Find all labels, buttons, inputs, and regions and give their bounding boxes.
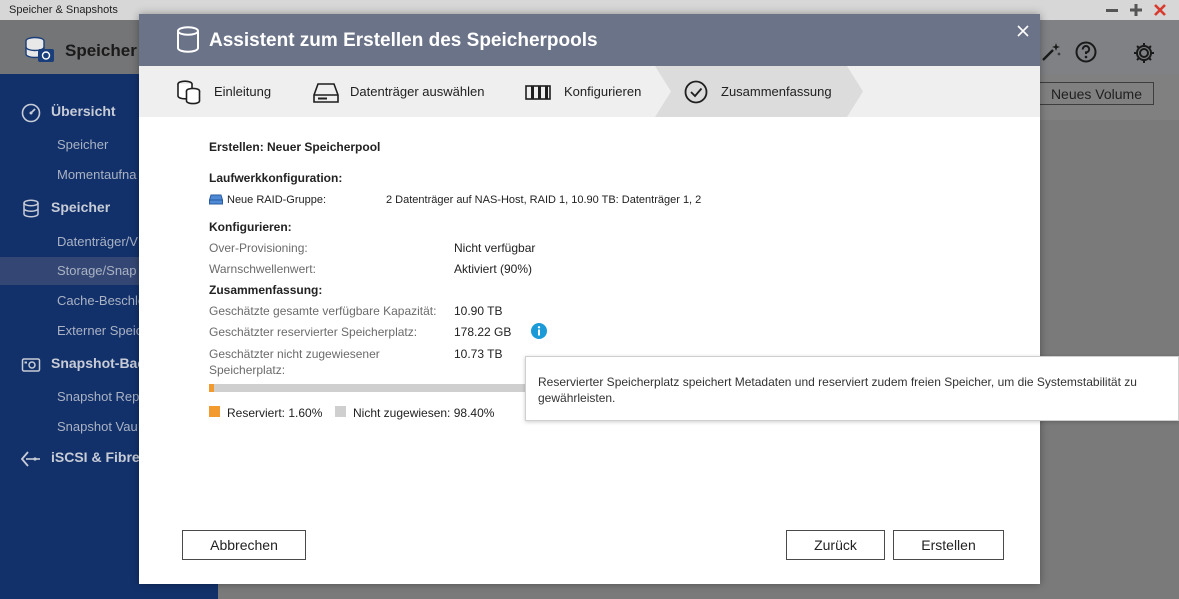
threshold-label: Warnschwellenwert: — [209, 262, 316, 276]
step-introduction: Einleitung — [139, 66, 299, 117]
gauge-icon — [21, 103, 41, 123]
raid-config-icon — [525, 79, 551, 105]
over-provisioning-label: Over-Provisioning: — [209, 241, 308, 255]
create-button[interactable]: Erstellen — [893, 530, 1004, 560]
close-icon[interactable] — [1014, 22, 1032, 40]
step-summary: Zusammenfassung — [683, 66, 853, 117]
new-volume-button[interactable]: Neues Volume — [1027, 82, 1154, 105]
unallocated-value: 10.73 TB — [454, 347, 503, 361]
create-pool-wizard-dialog: Assistent zum Erstellen des Speicherpool… — [139, 14, 1040, 584]
reserved-label: Geschätzter reservierter Speicherplatz: — [209, 325, 418, 339]
legend-reserved-swatch — [209, 406, 220, 417]
disk-drive-icon — [313, 79, 339, 105]
legend-unallocated-swatch — [335, 406, 346, 417]
summary-heading: Zusammenfassung: — [209, 283, 323, 297]
snapshot-icon — [21, 355, 41, 375]
drive-config-heading: Laufwerkkonfiguration: — [209, 171, 343, 185]
cancel-button[interactable]: Abbrechen — [182, 530, 306, 560]
raid-group-label: Neue RAID-Gruppe: — [227, 194, 327, 206]
window-title: Speicher & Snapshots — [9, 4, 118, 16]
database-icon — [21, 199, 41, 219]
reserved-value: 178.22 GB — [454, 325, 512, 339]
raid-group-icon — [209, 194, 223, 205]
settings-gear-icon[interactable] — [1132, 41, 1156, 65]
dialog-title: Assistent zum Erstellen des Speicherpool… — [209, 30, 598, 51]
wizard-steps: Einleitung Datenträger auswählen Konfigu… — [139, 66, 1040, 117]
step-configure: Konfigurieren — [525, 66, 655, 117]
reserved-bar-fill — [209, 384, 215, 392]
close-window-icon[interactable] — [1152, 2, 1168, 18]
unallocated-label-line2: Speicherplatz: — [209, 363, 286, 377]
configure-heading: Konfigurieren: — [209, 220, 292, 234]
legend-unallocated: Nicht zugewiesen: 98.40% — [353, 406, 495, 420]
help-icon[interactable] — [1075, 41, 1097, 63]
total-capacity-label: Geschätzte gesamte verfügbare Kapazität: — [209, 304, 437, 318]
over-provisioning-value: Nicht verfügbar — [454, 241, 536, 255]
step-select-disks: Datenträger auswählen — [311, 66, 491, 117]
check-circle-icon — [683, 79, 709, 105]
info-icon[interactable] — [531, 323, 547, 339]
legend-reserved: Reserviert: 1.60% — [227, 406, 323, 420]
back-button[interactable]: Zurück — [786, 530, 885, 560]
database-icon — [176, 26, 200, 54]
tooltip-text: Reservierter Speicherplatz speichert Met… — [538, 375, 1137, 405]
dialog-header: Assistent zum Erstellen des Speicherpool… — [139, 14, 1040, 66]
create-heading: Erstellen: Neuer Speicherpool — [209, 140, 381, 154]
maximize-icon[interactable] — [1128, 2, 1144, 18]
reserved-space-tooltip: Reservierter Speicherplatz speichert Met… — [525, 356, 1179, 421]
database-icon — [176, 79, 202, 105]
magic-wand-icon[interactable] — [1040, 41, 1062, 63]
iscsi-icon — [21, 449, 41, 469]
total-capacity-value: 10.90 TB — [454, 304, 503, 318]
capacity-usage-bar — [209, 384, 529, 392]
unallocated-label-line1: Geschätzter nicht zugewiesener — [209, 347, 380, 361]
raid-group-value: 2 Datenträger auf NAS-Host, RAID 1, 10.9… — [386, 194, 702, 206]
minimize-icon[interactable] — [1104, 2, 1120, 18]
storage-logo-icon — [24, 36, 56, 64]
threshold-value: Aktiviert (90%) — [454, 262, 533, 276]
dialog-body: Erstellen: Neuer Speicherpool Laufwerkko… — [139, 117, 1040, 584]
